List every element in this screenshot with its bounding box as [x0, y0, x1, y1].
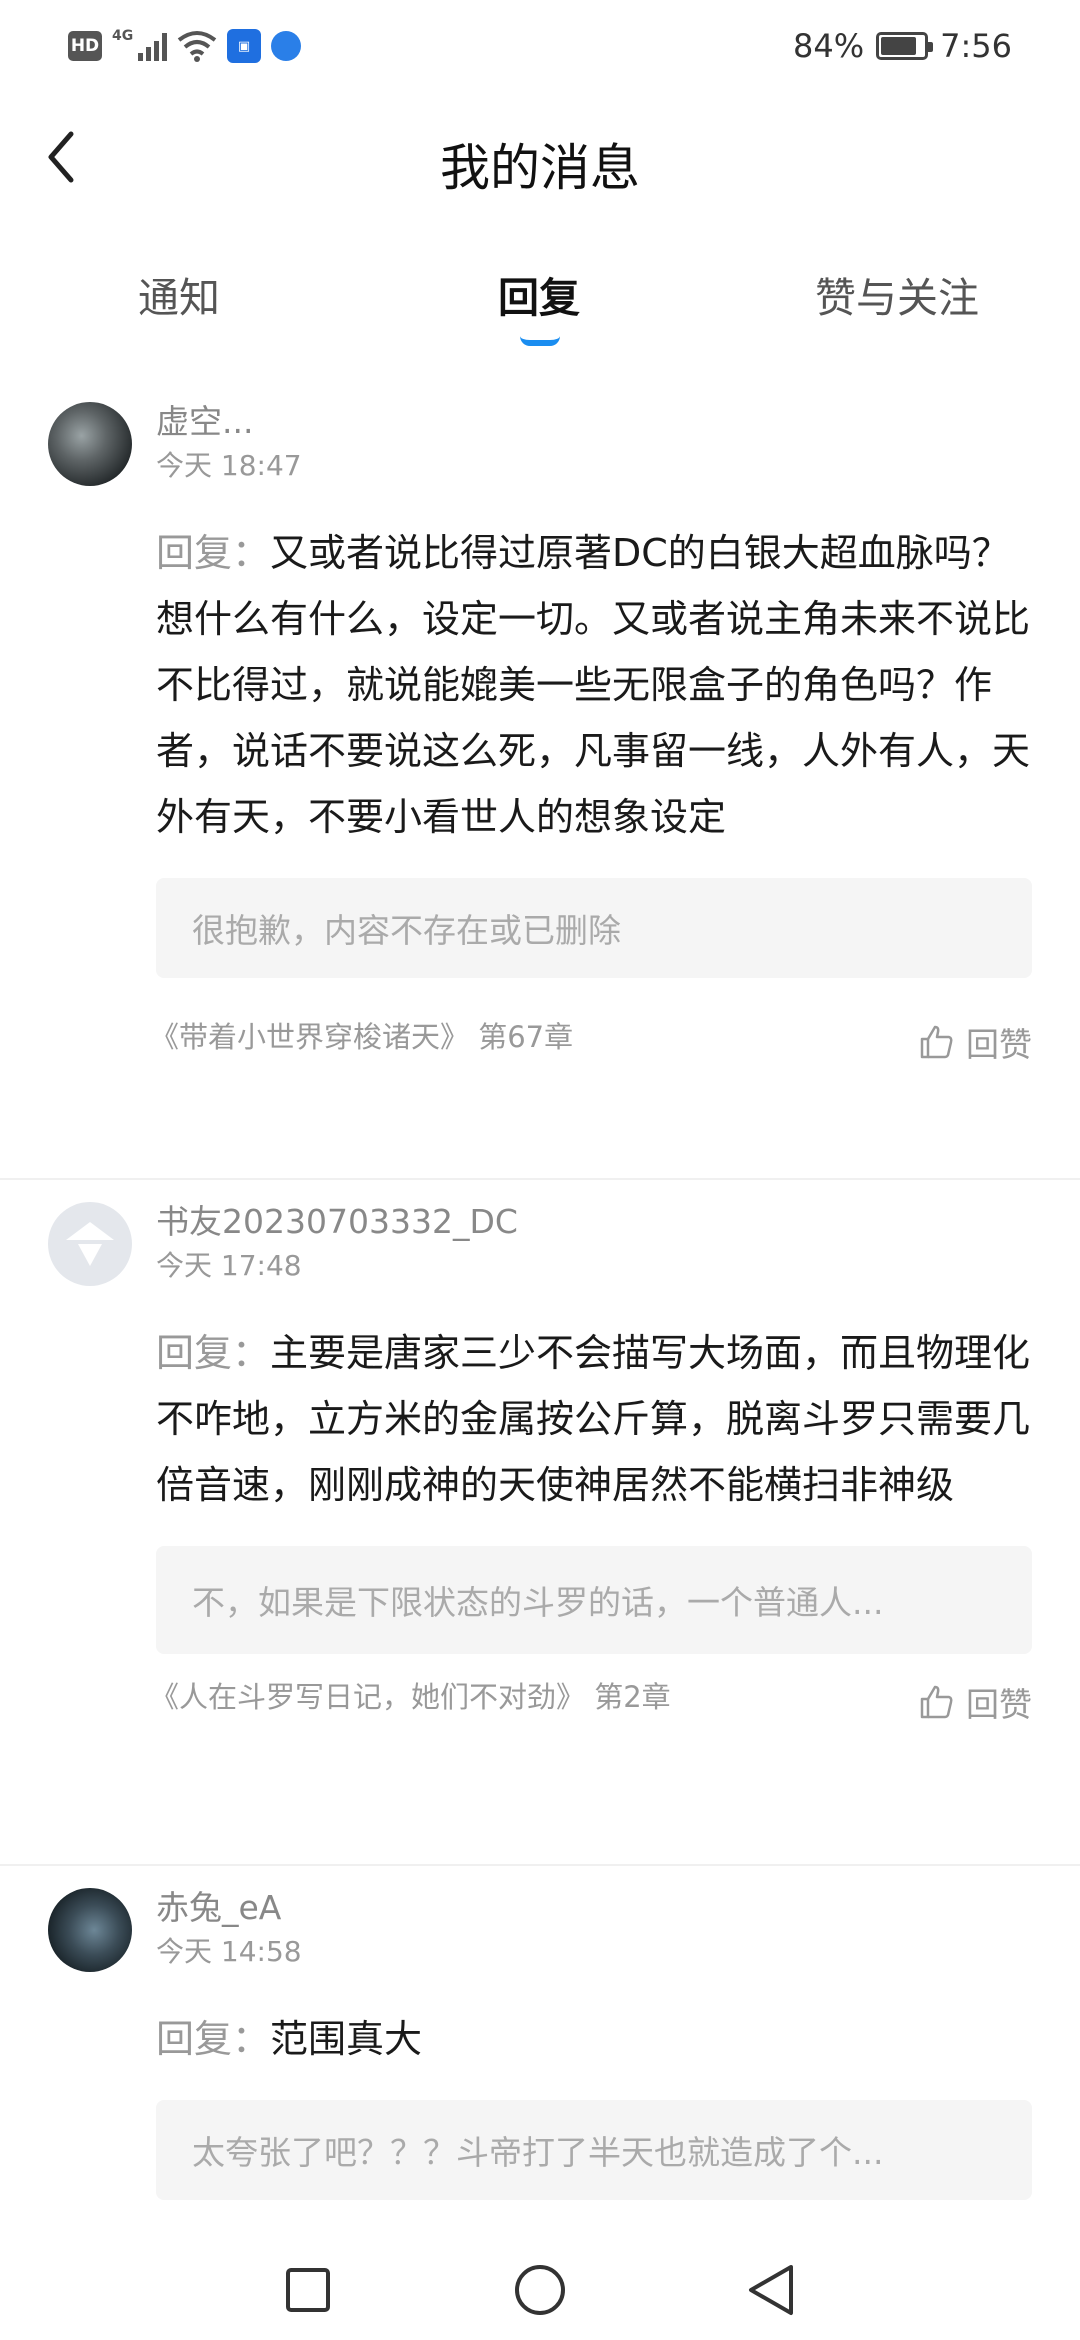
like-back-label: 回赞: [966, 1025, 1032, 1064]
default-avatar-icon: [66, 1222, 114, 1266]
quoted-comment[interactable]: 很抱歉，内容不存在或已删除: [156, 878, 1032, 978]
message-meta: 书友20230703332_DC 今天 17:48: [156, 1200, 1080, 1286]
page-title: 我的消息: [440, 139, 640, 197]
reply-content: 范围真大: [270, 2017, 423, 2061]
avatar[interactable]: [48, 1202, 132, 1286]
circle-icon: [515, 2265, 565, 2315]
reply-content: 主要是唐家三少不会描写大场面，而且物理化不咋地，立方米的金属按公斤算，脱离斗罗只…: [156, 1331, 1031, 1507]
timestamp: 今天 17:48: [156, 1249, 302, 1282]
status-icons-left: HD 4G ▣: [68, 24, 301, 68]
triangle-back-icon: [749, 2265, 793, 2315]
tab-replies[interactable]: 回复: [498, 264, 580, 324]
timestamp: 今天 18:47: [156, 449, 302, 482]
avatar[interactable]: [48, 402, 132, 486]
reply-prefix: 回复：: [156, 2017, 271, 2061]
status-bar: HD 4G ▣ 84% 7:56: [0, 0, 1080, 92]
username[interactable]: 虚空...: [156, 400, 1080, 444]
app-header: 我的消息: [0, 92, 1080, 232]
reply-content: 又或者说比得过原著DC的白银大超血脉吗？想什么有什么，设定一切。又或者说主角未来…: [156, 531, 1031, 839]
browser-notification-icon: [271, 31, 301, 61]
reply-prefix: 回复：: [156, 531, 271, 575]
tab-likes-follows[interactable]: 赞与关注: [815, 264, 979, 324]
message-meta: 赤兔_eA 今天 14:58: [156, 1886, 1080, 1972]
timestamp: 今天 14:58: [156, 1935, 302, 1968]
item-footer: 《带着小世界穿梭诸天》 第67章 回赞: [150, 1014, 1032, 1064]
home-button[interactable]: [510, 2260, 570, 2320]
list-item: 书友20230703332_DC 今天 17:48 回复：主要是唐家三少不会描写…: [0, 1180, 1080, 1866]
quoted-comment[interactable]: 不，如果是下限状态的斗罗的话，一个普通人...: [156, 1546, 1032, 1654]
like-back-button[interactable]: 回赞: [918, 1018, 1032, 1066]
quoted-comment[interactable]: 太夸张了吧？？？斗帝打了半天也就造成了个...: [156, 2100, 1032, 2200]
hd-icon: HD: [68, 31, 102, 61]
like-back-label: 回赞: [966, 1685, 1032, 1724]
item-footer: 《人在斗罗写日记，她们不对劲》 第2章 回赞: [150, 1674, 1032, 1724]
thumbs-up-icon: [920, 1025, 953, 1059]
message-list[interactable]: 虚空... 今天 18:47 回复：又或者说比得过原著DC的白银大超血脉吗？想什…: [0, 380, 1080, 2230]
screen: HD 4G ▣ 84% 7:56 我的消息 通知 回复 赞与关注 虚空... 今…: [0, 0, 1080, 2340]
battery-percent: 84%: [793, 27, 865, 65]
message-meta: 虚空... 今天 18:47: [156, 400, 1080, 486]
reply-text[interactable]: 回复：主要是唐家三少不会描写大场面，而且物理化不咋地，立方米的金属按公斤算，脱离…: [156, 1320, 1032, 1518]
system-nav-bar: [0, 2230, 1080, 2340]
thumbs-up-icon: [920, 1685, 953, 1719]
wifi-icon: [177, 31, 217, 62]
status-icons-right: 84% 7:56: [793, 24, 1012, 68]
battery-fill: [881, 37, 917, 55]
list-item: 赤兔_eA 今天 14:58 回复：范围真大 太夸张了吧？？？斗帝打了半天也就造…: [0, 1866, 1080, 2230]
network-type-label: 4G: [112, 28, 134, 44]
reply-text[interactable]: 回复：又或者说比得过原著DC的白银大超血脉吗？想什么有什么，设定一切。又或者说主…: [156, 520, 1032, 850]
book-chapter-link[interactable]: 《人在斗罗写日记，她们不对劲》 第2章: [150, 1674, 671, 1716]
like-back-button[interactable]: 回赞: [918, 1678, 1032, 1726]
avatar[interactable]: [48, 1888, 132, 1972]
recent-apps-button[interactable]: [278, 2260, 338, 2320]
reply-text[interactable]: 回复：范围真大: [156, 2006, 1032, 2072]
cellular-signal-icon: 4G: [112, 28, 167, 61]
tab-notifications[interactable]: 通知: [138, 264, 220, 324]
app-notification-icon: ▣: [227, 29, 261, 63]
list-item: 虚空... 今天 18:47 回复：又或者说比得过原著DC的白银大超血脉吗？想什…: [0, 380, 1080, 1180]
book-chapter-link[interactable]: 《带着小世界穿梭诸天》 第67章: [150, 1014, 573, 1056]
username[interactable]: 赤兔_eA: [156, 1886, 1080, 1930]
square-icon: [286, 2268, 330, 2312]
active-tab-indicator: [520, 336, 560, 346]
reply-prefix: 回复：: [156, 1331, 271, 1375]
tab-bar: 通知 回复 赞与关注: [0, 250, 1080, 350]
back-nav-button[interactable]: [742, 2260, 802, 2320]
battery-icon: [876, 32, 934, 60]
clock: 7:56: [940, 27, 1012, 65]
username[interactable]: 书友20230703332_DC: [156, 1200, 1080, 1244]
